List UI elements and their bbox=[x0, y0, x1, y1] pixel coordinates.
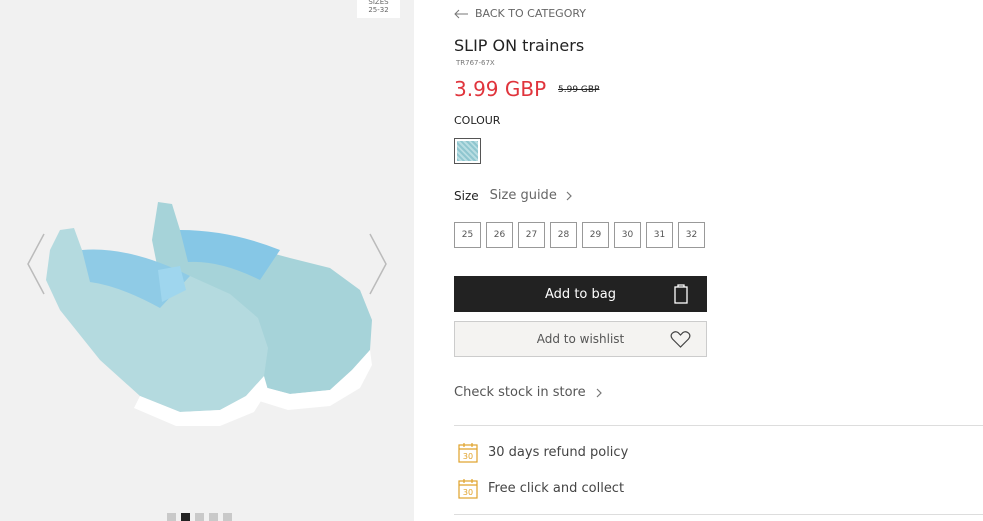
sizes-badge: SIZES 25-32 bbox=[357, 0, 400, 18]
back-label: BACK TO CATEGORY bbox=[475, 7, 587, 20]
gallery-dot[interactable] bbox=[167, 513, 176, 521]
colour-swatch[interactable] bbox=[454, 138, 481, 164]
size-option[interactable]: 32 bbox=[678, 222, 705, 248]
product-gallery: SIZES 25-32 bbox=[0, 0, 414, 521]
product-details: BACK TO CATEGORY SLIP ON trainers TR767-… bbox=[454, 0, 983, 521]
product-title: SLIP ON trainers bbox=[454, 36, 585, 55]
gallery-dot[interactable] bbox=[223, 513, 232, 521]
refund-policy-label: 30 days refund policy bbox=[488, 445, 629, 460]
size-option[interactable]: 29 bbox=[582, 222, 609, 248]
check-stock-link[interactable]: Check stock in store bbox=[454, 385, 602, 400]
add-to-bag-label: Add to bag bbox=[545, 286, 616, 302]
size-guide-link[interactable]: Size guide bbox=[490, 188, 572, 203]
size-option[interactable]: 25 bbox=[454, 222, 481, 248]
size-option[interactable]: 31 bbox=[646, 222, 673, 248]
chevron-right-icon bbox=[566, 191, 572, 200]
heart-icon bbox=[670, 331, 691, 348]
size-row: Size Size guide bbox=[454, 188, 572, 203]
click-collect-item: 30 Free click and collect bbox=[458, 478, 624, 499]
add-to-bag-button[interactable]: Add to bag bbox=[454, 276, 707, 312]
colour-label: COLOUR bbox=[454, 114, 501, 127]
sizes-badge-text: SIZES 25-32 bbox=[368, 0, 389, 14]
size-option[interactable]: 26 bbox=[486, 222, 513, 248]
calendar-icon-text: 30 bbox=[463, 452, 473, 461]
size-option[interactable]: 28 bbox=[550, 222, 577, 248]
product-sku: TR767-67X bbox=[456, 59, 495, 67]
add-to-wishlist-label: Add to wishlist bbox=[536, 332, 625, 346]
divider bbox=[454, 425, 983, 426]
current-price: 3.99 GBP bbox=[454, 77, 547, 101]
add-to-wishlist-button[interactable]: Add to wishlist bbox=[454, 321, 707, 357]
calendar-icon-text: 30 bbox=[463, 488, 473, 497]
arrow-left-icon bbox=[454, 9, 468, 18]
click-collect-label: Free click and collect bbox=[488, 481, 625, 496]
refund-policy-item: 30 30 days refund policy bbox=[458, 442, 628, 463]
gallery-dot-active[interactable] bbox=[181, 513, 190, 521]
gallery-dot[interactable] bbox=[195, 513, 204, 521]
chevron-right-icon bbox=[596, 388, 602, 397]
gallery-dots bbox=[167, 513, 232, 521]
gallery-dot[interactable] bbox=[209, 513, 218, 521]
chevron-right-icon[interactable] bbox=[368, 232, 388, 296]
calendar-icon: 30 bbox=[458, 443, 478, 463]
old-price: 5.99 GBP bbox=[558, 85, 600, 95]
size-options: 25 26 27 28 29 30 31 32 bbox=[454, 222, 705, 248]
check-stock-label: Check stock in store bbox=[454, 385, 586, 400]
size-option[interactable]: 30 bbox=[614, 222, 641, 248]
chevron-left-icon[interactable] bbox=[26, 232, 46, 296]
back-to-category-link[interactable]: BACK TO CATEGORY bbox=[454, 7, 586, 20]
size-label: Size bbox=[454, 188, 479, 203]
divider bbox=[454, 514, 983, 515]
shopping-bag-icon bbox=[674, 284, 688, 304]
product-image bbox=[46, 202, 372, 426]
size-guide-label: Size guide bbox=[489, 188, 557, 203]
swatch-pattern bbox=[457, 141, 478, 161]
calendar-icon: 30 bbox=[458, 479, 478, 499]
size-option[interactable]: 27 bbox=[518, 222, 545, 248]
